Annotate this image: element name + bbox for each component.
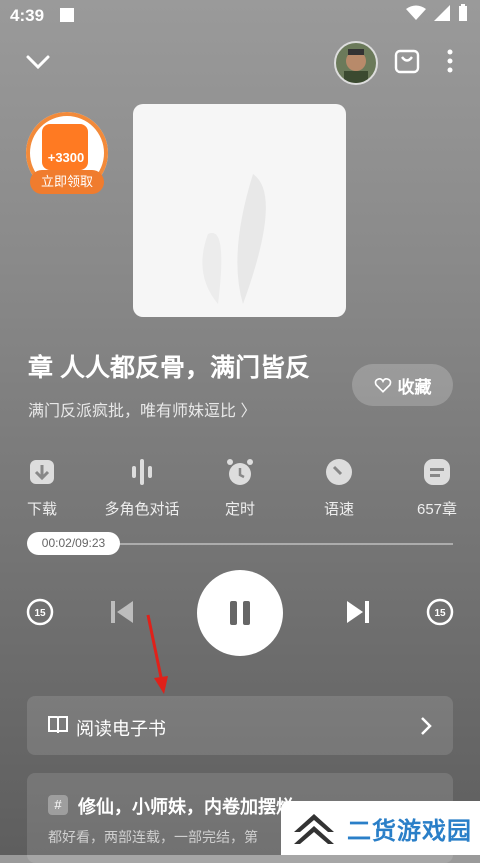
book-cover: [133, 104, 346, 317]
download-icon: [30, 460, 54, 484]
book-icon: [48, 716, 68, 734]
chevron-down-icon[interactable]: [24, 48, 52, 76]
watermark: 二货游戏园: [281, 801, 480, 855]
watermark-logo-icon: [294, 814, 334, 844]
forward-15-icon[interactable]: 15: [424, 596, 456, 628]
voice-wave-icon: [132, 459, 152, 485]
watermark-text: 二货游戏园: [347, 817, 472, 845]
rewind-15-icon[interactable]: 15: [24, 596, 56, 628]
battery-icon: [459, 4, 467, 21]
recommend-title: 修仙，小师妹，内卷加摆烂: [78, 797, 294, 817]
next-icon[interactable]: [342, 596, 374, 628]
chapters-icon: [424, 459, 450, 485]
chevron-right-icon: [421, 717, 432, 735]
recommend-subtitle: 都好看，两部连载，一部完结，第: [48, 829, 258, 845]
feature-label: 657章: [416, 501, 458, 518]
book-subtitle[interactable]: 满门反派疯批，唯有师妹逗比 〉: [28, 397, 256, 421]
more-icon[interactable]: [440, 46, 460, 76]
book-title: 章 人人都反骨，满门皆反: [28, 354, 310, 382]
feature-label: 定时: [224, 501, 255, 518]
collect-label: 收藏: [397, 377, 432, 397]
chapters-button[interactable]: 657章: [392, 456, 480, 519]
speed-button[interactable]: 语速: [294, 456, 384, 519]
signal-icon: [434, 5, 450, 21]
shopping-bag-icon[interactable]: [393, 47, 421, 75]
progress-time[interactable]: 00:02/09:23: [27, 532, 120, 555]
read-ebook-label: 阅读电子书: [76, 719, 166, 739]
hashtag-icon: #: [48, 795, 68, 815]
pause-button[interactable]: [197, 570, 283, 656]
avatar[interactable]: [334, 41, 378, 85]
pause-icon: [230, 601, 250, 625]
heart-icon: [374, 378, 391, 393]
download-button[interactable]: 下载: [0, 456, 87, 519]
subtitle-text: 满门反派疯批，唯有师妹逗比: [28, 403, 237, 420]
feature-label: 多角色对话: [104, 501, 180, 518]
notification-icon: [60, 8, 74, 22]
status-icons: [406, 4, 468, 22]
chevron-right-icon: 〉: [240, 403, 257, 420]
status-time: 4:39: [10, 6, 45, 25]
svg-text:15: 15: [34, 608, 46, 619]
claim-button[interactable]: 立即领取: [30, 170, 104, 194]
collect-button[interactable]: 收藏: [352, 364, 453, 406]
previous-icon[interactable]: [106, 596, 138, 628]
alarm-icon: [227, 459, 253, 485]
speed-icon: [326, 459, 352, 485]
reward-amount: +3300: [47, 150, 85, 165]
feature-label: 下载: [26, 501, 57, 518]
svg-text:15: 15: [434, 608, 446, 619]
multi-role-button[interactable]: 多角色对话: [96, 456, 188, 519]
annotation-arrow-icon: [146, 614, 168, 694]
feature-label: 语速: [323, 501, 354, 518]
wifi-icon: [406, 5, 426, 20]
timer-button[interactable]: 定时: [195, 456, 285, 519]
